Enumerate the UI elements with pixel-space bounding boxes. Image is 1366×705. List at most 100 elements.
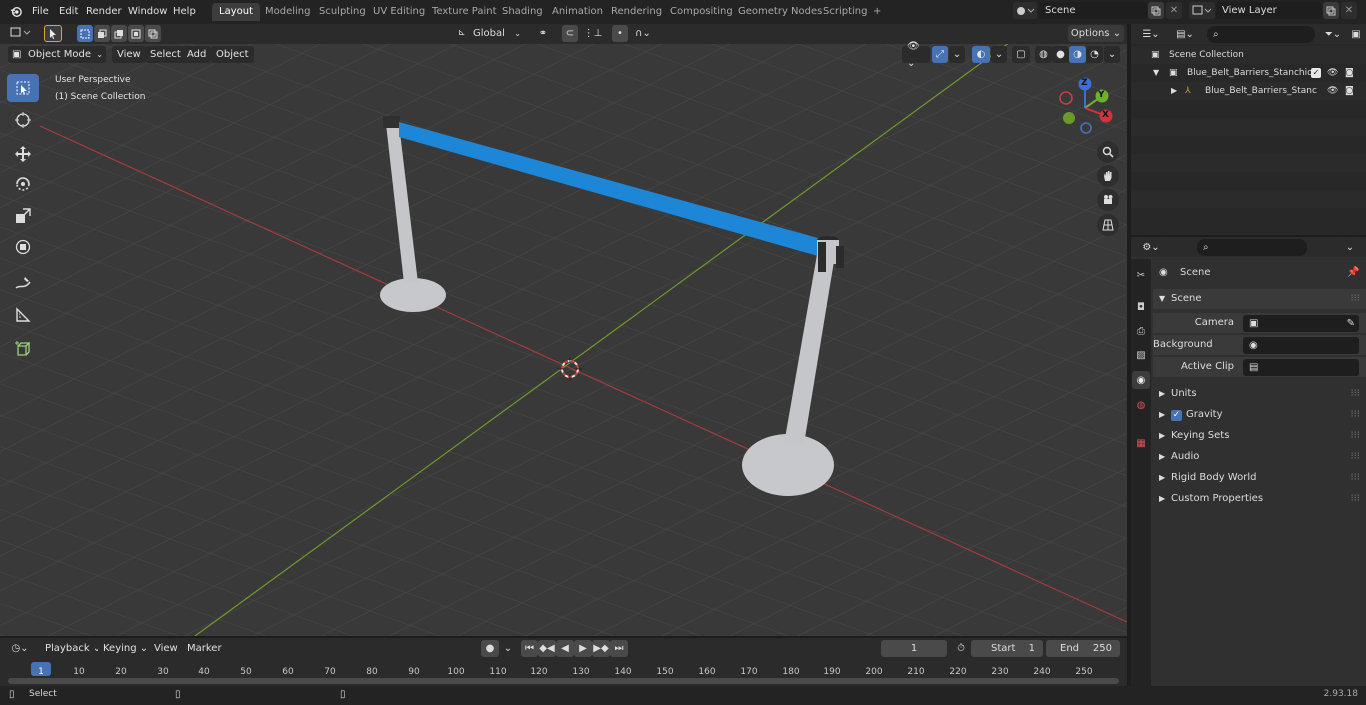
- timeline-scrollbar[interactable]: [8, 678, 1119, 684]
- measure-tool-icon[interactable]: [7, 301, 39, 329]
- end-frame-field[interactable]: End 250: [1046, 640, 1120, 657]
- tab-modeling[interactable]: Modeling: [258, 3, 318, 21]
- editor-type-icon[interactable]: [6, 25, 36, 42]
- add-workspace-icon[interactable]: +: [866, 3, 888, 21]
- playback-menu[interactable]: Playback ⌄: [40, 640, 107, 657]
- play-icon[interactable]: ▶: [574, 640, 592, 657]
- object-mode-dropdown[interactable]: ▣ Object Mode ⌄: [8, 46, 106, 63]
- pin-icon[interactable]: 📌: [1347, 263, 1359, 283]
- outliner-row-object[interactable]: ▶ ⅄ Blue_Belt_Barriers_Stanc 👁 ◙: [1131, 82, 1366, 100]
- jump-next-keyframe-icon[interactable]: ▶◆: [592, 640, 610, 657]
- outliner-row-collection[interactable]: ▼ ▣ Blue_Belt_Barriers_Stanchion ✓ 👁 ◙: [1131, 64, 1366, 82]
- properties-search-input[interactable]: ⌕: [1197, 239, 1307, 256]
- jump-prev-keyframe-icon[interactable]: ◆◀: [538, 640, 556, 657]
- properties-options-icon[interactable]: ⌄: [1341, 239, 1359, 256]
- menu-file[interactable]: File: [28, 3, 53, 20]
- options-dropdown[interactable]: Options ⌄: [1068, 25, 1124, 42]
- close-scene-icon[interactable]: ✕: [1166, 2, 1182, 19]
- select-mode-intersect-icon[interactable]: [145, 25, 161, 42]
- filter-icon[interactable]: ⏷⌄: [1319, 26, 1347, 43]
- falloff-icon[interactable]: ∩⌄: [630, 25, 656, 42]
- gravity-panel[interactable]: ▶ ✓ Gravity ⁝⁝⁝: [1153, 405, 1366, 425]
- drag-handle-icon[interactable]: ⁝⁝⁝: [1350, 468, 1360, 488]
- eye-icon[interactable]: 👁: [1327, 64, 1338, 82]
- timeline-view-menu[interactable]: View: [149, 640, 183, 657]
- camera-field[interactable]: ▣ ✎: [1243, 315, 1359, 332]
- keying-menu[interactable]: Keying ⌄: [98, 640, 154, 657]
- rigid-body-world-panel[interactable]: ▶ Rigid Body World ⁝⁝⁝: [1153, 468, 1366, 488]
- shading-solid-icon[interactable]: ●: [1052, 46, 1069, 63]
- menu-edit[interactable]: Edit: [55, 3, 82, 20]
- proportional-edit-icon[interactable]: •: [612, 25, 628, 42]
- transform-tool-icon[interactable]: [7, 233, 39, 261]
- units-panel[interactable]: ▶ Units ⁝⁝⁝: [1153, 384, 1366, 404]
- transform-orientation-dropdown[interactable]: Global ⊾ ⌄: [455, 25, 525, 42]
- tab-animation[interactable]: Animation: [545, 3, 610, 21]
- background-scene-field[interactable]: ◉: [1243, 337, 1359, 354]
- shading-material-icon[interactable]: ◑: [1069, 46, 1086, 63]
- camera-render-icon[interactable]: ◙: [1345, 64, 1354, 82]
- add-cube-tool-icon[interactable]: [7, 335, 39, 363]
- select-menu[interactable]: Select: [145, 46, 186, 63]
- scene-tab-icon[interactable]: ◉: [1132, 371, 1150, 389]
- blender-logo-icon[interactable]: [6, 3, 26, 20]
- expand-down-icon[interactable]: ▼: [1153, 64, 1159, 82]
- tab-compositing[interactable]: Compositing: [663, 3, 740, 21]
- perspective-toggle-icon[interactable]: [1097, 214, 1119, 236]
- rotate-tool-icon[interactable]: [7, 170, 39, 198]
- view-layer-tab-icon[interactable]: ▨: [1133, 347, 1149, 363]
- tool-tab-icon[interactable]: ✂: [1133, 267, 1149, 283]
- viewlayer-selector[interactable]: View Layer: [1216, 2, 1322, 19]
- properties-editor-type-icon[interactable]: ⚙⌄: [1137, 239, 1165, 256]
- outliner-search-input[interactable]: ⌕: [1207, 26, 1315, 43]
- select-tool-icon[interactable]: [44, 25, 62, 42]
- scale-tool-icon[interactable]: [7, 202, 39, 230]
- copy-scene-icon[interactable]: [1148, 2, 1164, 19]
- pivot-point-icon[interactable]: ⚭: [530, 25, 556, 42]
- marker-menu[interactable]: Marker: [182, 640, 227, 657]
- pan-view-icon[interactable]: [1097, 165, 1119, 187]
- tab-sculpting[interactable]: Sculpting: [312, 3, 373, 21]
- camera-view-icon[interactable]: [1097, 189, 1119, 211]
- outliner-editor-type-icon[interactable]: ☰⌄: [1137, 26, 1165, 43]
- audio-panel[interactable]: ▶ Audio ⁝⁝⁝: [1153, 447, 1366, 467]
- select-mode-subtract-icon[interactable]: [111, 25, 127, 42]
- close-viewlayer-icon[interactable]: ✕: [1341, 2, 1357, 19]
- record-icon[interactable]: ●: [481, 640, 499, 657]
- drag-handle-icon[interactable]: ⁝⁝⁝: [1350, 289, 1360, 309]
- snap-target-icon[interactable]: ⋮⊥: [580, 25, 606, 42]
- shading-rendered-icon[interactable]: ◔: [1086, 46, 1103, 63]
- drag-handle-icon[interactable]: ⁝⁝⁝: [1350, 489, 1360, 509]
- texture-tab-icon[interactable]: ▦: [1133, 435, 1149, 451]
- zoom-view-icon[interactable]: [1097, 141, 1119, 163]
- select-mode-extend-icon[interactable]: [94, 25, 110, 42]
- move-tool-icon[interactable]: [7, 140, 39, 168]
- drag-handle-icon[interactable]: ⁝⁝⁝: [1350, 426, 1360, 446]
- tab-rendering[interactable]: Rendering: [604, 3, 669, 21]
- tab-texture-paint[interactable]: Texture Paint: [425, 3, 504, 21]
- add-menu[interactable]: Add: [182, 46, 212, 63]
- eye-icon[interactable]: 👁: [1327, 82, 1338, 100]
- output-tab-icon[interactable]: ⎙: [1133, 323, 1149, 339]
- drag-handle-icon[interactable]: ⁝⁝⁝: [1350, 405, 1360, 425]
- view-menu[interactable]: View: [112, 46, 146, 63]
- render-tab-icon[interactable]: ◘: [1133, 299, 1149, 315]
- play-reverse-icon[interactable]: ◀: [556, 640, 574, 657]
- tab-layout[interactable]: Layout: [212, 3, 260, 21]
- display-mode-icon[interactable]: ▤⌄: [1171, 26, 1199, 43]
- scene-type-icon[interactable]: [1013, 2, 1037, 19]
- xray-toggle-icon[interactable]: ▢: [1012, 46, 1030, 63]
- scene-selector[interactable]: Scene: [1039, 2, 1147, 19]
- tab-uv-editing[interactable]: UV Editing: [366, 3, 432, 21]
- drag-handle-icon[interactable]: ⁝⁝⁝: [1350, 447, 1360, 467]
- exclude-checkbox[interactable]: ✓: [1311, 68, 1321, 78]
- new-collection-icon[interactable]: ▣: [1348, 26, 1364, 43]
- shading-wireframe-icon[interactable]: ◍: [1035, 46, 1052, 63]
- keying-dropdown-icon[interactable]: ⌄: [500, 640, 516, 657]
- select-mode-invert-icon[interactable]: [128, 25, 144, 42]
- navigation-gizmo[interactable]: Z Y X: [1052, 76, 1122, 138]
- 3d-viewport[interactable]: Z Y X User Perspective (1) Scene Collect…: [0, 24, 1127, 636]
- object-menu[interactable]: Object: [211, 46, 254, 63]
- keying-sets-panel[interactable]: ▶ Keying Sets ⁝⁝⁝: [1153, 426, 1366, 446]
- tab-shading[interactable]: Shading: [495, 3, 550, 21]
